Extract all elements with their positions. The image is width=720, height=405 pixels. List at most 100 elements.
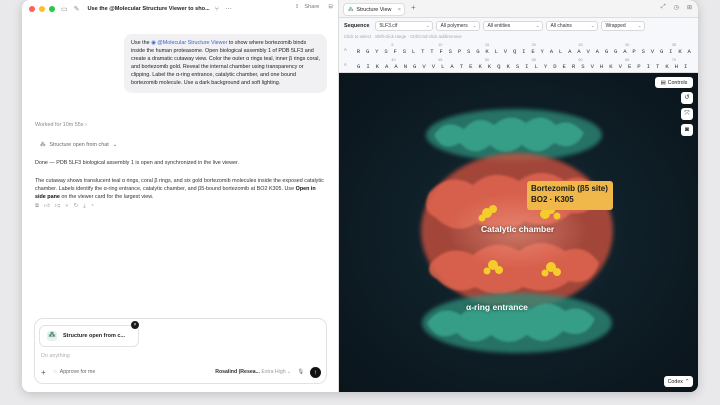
residue[interactable]: S [513,63,522,70]
residue[interactable]: G [363,48,372,55]
residue[interactable]: I [363,63,372,70]
sidebar-toggle-icon[interactable]: ▭ [61,5,68,13]
residue[interactable]: P [455,48,464,55]
residue[interactable]: V [616,63,625,70]
residue[interactable]: I [644,63,653,70]
residue[interactable]: E [528,48,537,55]
residue[interactable]: I [522,63,531,70]
split-view-icon[interactable]: ⊞ [687,4,692,11]
residue[interactable]: K [373,63,382,70]
residue[interactable]: Q [494,63,503,70]
residue[interactable]: V [588,63,597,70]
history-icon[interactable]: ◷ [674,4,679,11]
new-tab-icon[interactable]: + [411,3,416,12]
residue[interactable]: V [419,63,428,70]
send-button[interactable]: ↑ [310,366,321,378]
residue[interactable]: T [427,48,436,55]
file-select[interactable]: 5LF3.cif ⌄ [375,21,434,31]
residue[interactable]: L [492,48,501,55]
share-button[interactable]: Share [304,4,319,10]
panel-toggle-icon[interactable]: ⊟ [328,4,333,10]
residue[interactable]: L [532,63,541,70]
residue[interactable]: K [482,48,491,55]
structure-chip[interactable]: ⁂ Structure open from chat ⌄ [40,142,117,148]
residue[interactable]: G [611,48,620,55]
residue[interactable]: D [550,63,559,70]
more-options-icon[interactable]: ⋯ [225,5,232,13]
residue[interactable]: A [685,48,694,55]
wrap-select[interactable]: Wrapped ⌄ [601,21,646,31]
residue[interactable]: E [560,63,569,70]
residue[interactable]: P [634,63,643,70]
close-tab-icon[interactable]: × [398,7,401,13]
residue[interactable]: K [504,63,513,70]
retry-icon[interactable]: ↻ [74,203,79,210]
residue[interactable]: A [391,63,400,70]
residue[interactable]: Y [372,48,381,55]
residue[interactable]: R [569,63,578,70]
residue[interactable]: L [409,48,418,55]
share-icon[interactable]: ⇪ [295,4,300,10]
thumbs-up-icon[interactable]: 👍︎ [44,203,50,210]
residue[interactable]: T [457,63,466,70]
timer-icon[interactable]: ◔ [91,203,94,210]
camera-icon[interactable]: ◙ [681,124,693,136]
approve-toggle[interactable]: ◌ Approve for me [54,369,96,375]
residue[interactable]: K [675,48,684,55]
minimize-window-button[interactable] [39,6,45,12]
residue[interactable]: A [620,48,629,55]
fullscreen-icon[interactable]: ⤧ [681,108,693,120]
mention-molecular-viewer[interactable]: @Molecular Structure Viewer [157,40,227,46]
residue[interactable]: S [639,48,648,55]
codex-button[interactable]: Codex ⌃ [664,376,693,387]
residue[interactable]: G [410,63,419,70]
open-external-icon[interactable]: ⤢ [661,4,666,11]
zoom-window-button[interactable] [49,6,55,12]
residue[interactable]: H [672,63,681,70]
residue[interactable]: N [401,63,410,70]
residue[interactable]: A [447,63,456,70]
molecular-viewport[interactable]: ▤ Controls ↺ ⤧ ◙ Bortezomib (β5 site) BO… [339,73,698,392]
residue[interactable]: A [547,48,556,55]
residue[interactable]: I [519,48,528,55]
residue[interactable]: V [648,48,657,55]
residue[interactable]: V [501,48,510,55]
model-selector[interactable]: Rosalind (Resea... Extra High ⌄ [215,369,291,375]
add-attachment-icon[interactable]: + [41,368,46,377]
branch-icon[interactable]: ⑂ [65,203,68,210]
residue[interactable]: T [653,63,662,70]
residue[interactable]: Q [510,48,519,55]
residue[interactable]: E [625,63,634,70]
download-icon[interactable]: ⤓ [83,203,85,210]
entity-select[interactable]: All entities ⌄ [483,21,544,31]
residue[interactable]: E [466,63,475,70]
residue[interactable]: K [606,63,615,70]
controls-button[interactable]: ▤ Controls [655,77,693,88]
residue[interactable]: A [382,63,391,70]
thumbs-down-icon[interactable]: 👎︎ [55,203,61,210]
reset-view-icon[interactable]: ↺ [681,92,693,104]
residue[interactable]: A [565,48,574,55]
residue[interactable]: L [556,48,565,55]
microphone-icon[interactable]: 🎙︎ [297,369,304,375]
residue[interactable]: K [475,63,484,70]
residue[interactable]: V [584,48,593,55]
residue[interactable]: Y [538,48,547,55]
residue[interactable]: H [597,63,606,70]
composer-input[interactable]: Do anything [41,353,70,359]
copy-icon[interactable]: ⧉ [35,203,39,210]
residue[interactable]: L [438,63,447,70]
residue[interactable]: G [354,63,363,70]
residue[interactable]: S [464,48,473,55]
residue[interactable]: S [400,48,409,55]
residue[interactable]: A [574,48,583,55]
residue[interactable]: A [593,48,602,55]
remove-attachment-icon[interactable]: × [131,321,139,329]
residue[interactable]: Y [541,63,550,70]
chain-select[interactable]: All chains ⌄ [546,21,599,31]
residue[interactable]: T [418,48,427,55]
residue[interactable]: K [485,63,494,70]
residue[interactable]: F [391,48,400,55]
residue[interactable]: V [429,63,438,70]
residue[interactable]: S [446,48,455,55]
